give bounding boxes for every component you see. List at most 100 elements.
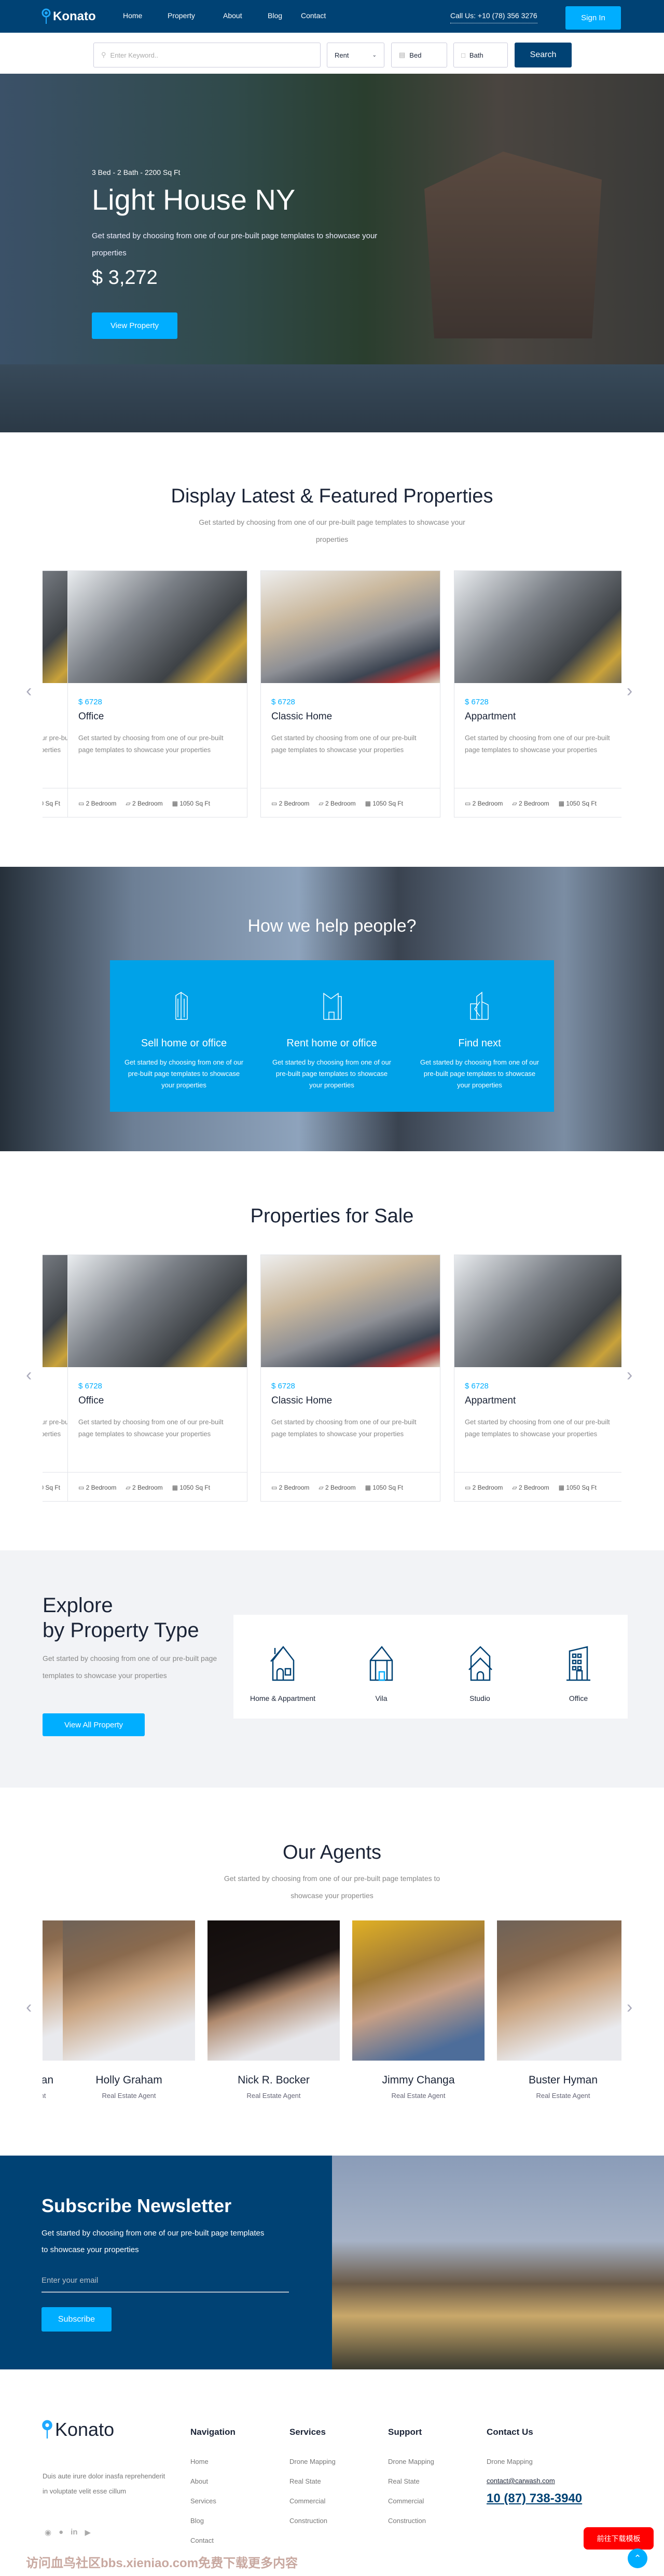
property-card[interactable]: $ 6728 Appartment Get started by choosing … [454,1255,621,1502]
property-card[interactable]: $ 6728 Classic Home Get started by choosin… [260,570,440,817]
nav-property[interactable]: Property [168,11,195,20]
property-card[interactable]: $ 6728 Appartment Get started by choosing … [454,570,621,817]
bed-select[interactable]: ▤ Bed [391,43,447,67]
agents-title: Our Agents [282,1842,382,1863]
sale-next-arrow[interactable]: › [627,1365,632,1385]
property-image[interactable] [261,1255,440,1367]
agent-photo[interactable] [63,1920,195,2061]
sale-prev-arrow[interactable]: ‹ [26,1365,32,1385]
property-card[interactable]: $ 6728 Office Get started by choosing from… [67,1255,247,1502]
bed-icon: ▭ [271,799,279,807]
nav-blog[interactable]: Blog [268,11,282,20]
agents-prev-arrow[interactable]: ‹ [26,1997,32,2018]
area-icon: ▦ [558,1483,566,1491]
studio-icon [468,1646,492,1681]
footer-link[interactable]: Blog [190,2511,216,2531]
footer-link[interactable]: Drone Mapping [388,2452,434,2472]
property-type-item[interactable]: Studio [431,1615,529,1702]
instagram-icon[interactable]: ◉ [45,2528,51,2537]
type-select[interactable]: Rent ⌄ [327,43,384,67]
property-type-item[interactable]: Vila [332,1615,431,1702]
property-title[interactable]: Office [78,1395,104,1407]
footer-phone-link[interactable]: 10 (87) 738-3940 [487,2491,582,2506]
footer-link[interactable]: Services [190,2491,216,2511]
subscribe-button[interactable]: Subscribe [42,2307,112,2332]
agent-card[interactable]: Holly Graham Real Estate Agent [63,1920,195,2100]
property-type-item[interactable]: Office [529,1615,628,1702]
youtube-icon[interactable]: ▶ [85,2528,91,2537]
feature-baths: ▱ 2 Bedroom [319,799,356,807]
footer-link[interactable]: Real State [388,2472,434,2491]
footer-email-link[interactable]: contact@carwash.com [487,2477,555,2485]
property-title[interactable]: Classic Home [271,1395,332,1407]
feature-beds: ▭ 2 Bedroom [465,799,503,807]
feature-beds: ▭ 2 Bedroom [465,1483,503,1491]
featured-carousel: $ 6728 Appartment Get started by choosing … [43,570,621,818]
download-template-button[interactable]: 前往下载模板 [584,2527,654,2550]
nav-contact[interactable]: Contact [301,11,326,20]
property-type-item[interactable]: Home & Appartment [233,1615,332,1702]
property-title[interactable]: Office [78,711,104,723]
search-placeholder: Enter Keyword.. [110,51,159,59]
agent-name[interactable]: Nick R. Bocker [208,2074,340,2087]
property-image[interactable] [68,571,247,683]
property-image[interactable] [454,571,621,683]
agents-next-arrow[interactable]: › [627,1997,632,2018]
property-price: $ 6728 [78,1382,102,1391]
villa-icon [369,1646,393,1681]
search-button[interactable]: Search [515,43,572,67]
featured-prev-arrow[interactable]: ‹ [26,681,32,701]
agent-photo[interactable] [352,1920,485,2061]
nav-home[interactable]: Home [123,11,142,20]
property-type-box: Home & Appartment Vila Studio Office [233,1615,628,1719]
footer-link[interactable]: Drone Mapping [289,2452,336,2472]
bathtub-icon: □ [461,51,465,59]
area-icon: ▦ [558,799,566,807]
footer-contact-label: Drone Mapping [487,2458,533,2465]
bath-select[interactable]: □ Bath [453,43,508,67]
footer-logo[interactable]: Konato [42,2419,114,2441]
footer-link[interactable]: Contact [190,2531,216,2551]
agent-card[interactable]: Nick R. Bocker Real Estate Agent [208,1920,340,2100]
footer-link[interactable]: Construction [388,2511,434,2531]
property-image[interactable] [454,1255,621,1367]
keyword-search-input[interactable]: ⚲ Enter Keyword.. [93,43,321,67]
footer-link[interactable]: Commercial [289,2491,336,2511]
footer-link[interactable]: Home [190,2452,216,2472]
property-title[interactable]: Appartment [465,711,516,723]
email-input[interactable]: Enter your email [42,2276,289,2293]
facebook-icon[interactable]: ● [59,2528,63,2537]
scroll-to-top-button[interactable]: ⌃ [628,2548,647,2568]
view-property-button[interactable]: View Property [92,312,177,339]
agent-photo[interactable] [497,1920,621,2061]
property-card[interactable]: $ 6728 Office Get started by choosing from… [67,570,247,817]
agent-name[interactable]: Buster Hyman [497,2074,621,2087]
property-features: ▭ 2 Bedroom ▱ 2 Bedroom ▦ 1050 Sq Ft [68,788,247,818]
footer-link[interactable]: Commercial [388,2491,434,2511]
property-image[interactable] [261,571,440,683]
featured-next-arrow[interactable]: › [627,681,632,701]
agent-name[interactable]: Jimmy Changa [352,2074,485,2087]
linkedin-icon[interactable]: in [71,2528,77,2537]
footer-link[interactable]: Real State [289,2472,336,2491]
agent-card[interactable]: Jimmy Changa Real Estate Agent [352,1920,485,2100]
footer-column-title: Services [289,2427,326,2437]
bathtub-icon: ▱ [126,799,132,807]
property-title[interactable]: Classic Home [271,711,332,723]
view-all-property-button[interactable]: View All Property [43,1713,145,1736]
property-card[interactable]: $ 6728 Classic Home Get started by choosin… [260,1255,440,1502]
property-title[interactable]: Appartment [465,1395,516,1407]
nav-about[interactable]: About [223,11,242,20]
footer-link[interactable]: About [190,2472,216,2491]
call-us-link[interactable]: Call Us: +10 (78) 356 3276 [450,11,537,23]
agent-card[interactable]: Buster Hyman Real Estate Agent [497,1920,621,2100]
property-image[interactable] [68,1255,247,1367]
agent-photo[interactable] [208,1920,340,2061]
bed-icon: ▭ [78,799,86,807]
hero-banner: 3 Bed - 2 Bath - 2200 Sq Ft Light House … [0,74,664,432]
agent-name[interactable]: Holly Graham [63,2074,195,2087]
brand-logo[interactable]: Konato [42,8,96,25]
sale-title: Properties for Sale [250,1205,414,1227]
sign-in-button[interactable]: Sign In [565,6,621,30]
footer-link[interactable]: Construction [289,2511,336,2531]
